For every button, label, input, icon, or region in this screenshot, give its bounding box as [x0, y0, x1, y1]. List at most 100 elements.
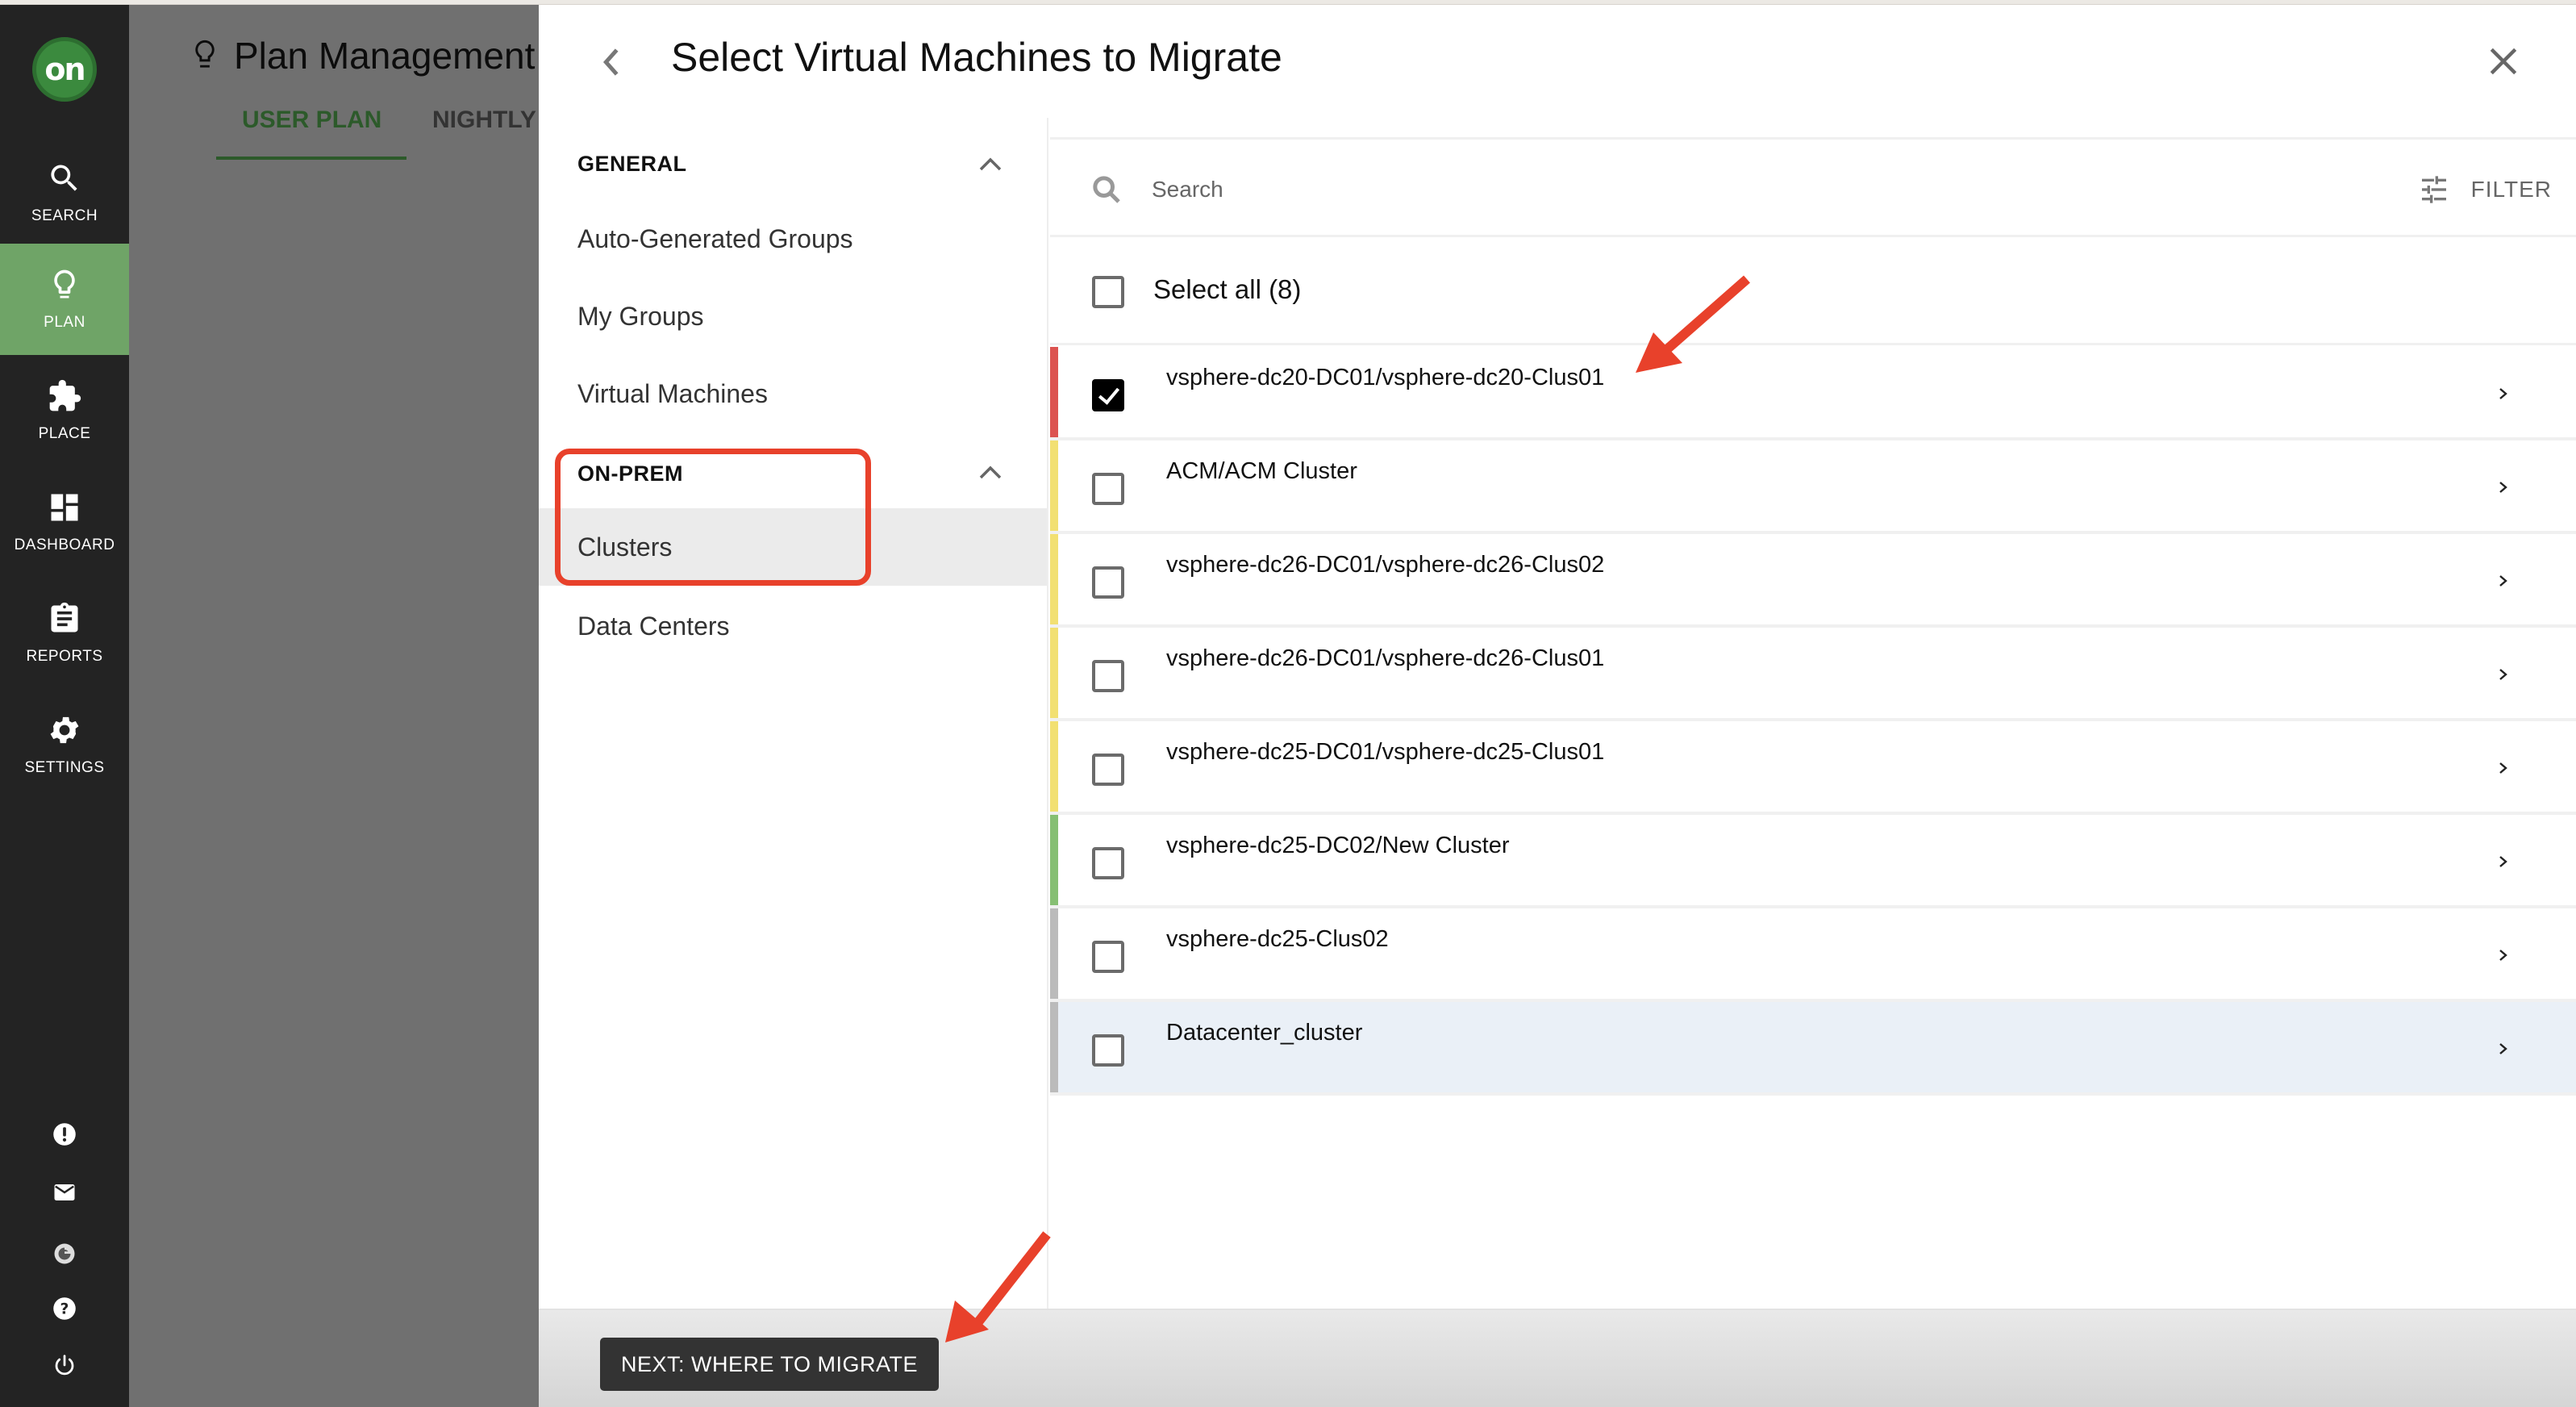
- filter-label: FILTER: [2470, 177, 2552, 202]
- nav-help-button[interactable]: ?: [0, 1284, 129, 1333]
- nav-item-plan[interactable]: PLAN: [0, 244, 129, 355]
- chevron-right-icon[interactable]: [2495, 944, 2511, 967]
- severity-indicator-minor: [1050, 534, 1058, 624]
- cluster-name: Datacenter_cluster: [1166, 1020, 1363, 1046]
- select-vms-modal: Select Virtual Machines to Migrate GENER…: [539, 5, 2576, 1407]
- nav-label: PLACE: [38, 425, 91, 442]
- puzzle-icon: [49, 379, 81, 411]
- select-all-label: Select all (8): [1153, 274, 1302, 304]
- cluster-name: vsphere-dc26-DC01/vsphere-dc26-Clus01: [1166, 645, 1605, 671]
- lightbulb-icon: [195, 40, 215, 68]
- turbonomic-logo[interactable]: on: [32, 37, 97, 102]
- nav-item-dashboard[interactable]: DASHBOARD: [0, 466, 129, 578]
- entity-list-pane: FILTER Select all (8) vsphere-dc20-DC01/…: [1050, 118, 2576, 1309]
- cluster-row[interactable]: vsphere-dc20-DC01/vsphere-dc20-Clus01: [1050, 347, 2576, 440]
- nav-label: DASHBOARD: [14, 536, 115, 553]
- row-checkbox[interactable]: [1092, 754, 1124, 786]
- nav-label: SEARCH: [31, 207, 98, 224]
- select-all-row: Select all (8): [1050, 239, 2576, 345]
- row-checkbox[interactable]: [1092, 473, 1124, 505]
- chevron-right-icon[interactable]: [2495, 476, 2511, 499]
- category-item-clusters[interactable]: Clusters: [539, 508, 1047, 586]
- severity-indicator-unknown: [1050, 1002, 1058, 1092]
- search-icon: [1093, 176, 1120, 203]
- category-item-virtual-machines[interactable]: Virtual Machines: [539, 355, 1047, 432]
- cluster-list: vsphere-dc20-DC01/vsphere-dc20-Clus01 ACM…: [1050, 347, 2576, 1096]
- cluster-name: vsphere-dc25-DC01/vsphere-dc25-Clus01: [1166, 739, 1605, 765]
- chevron-up-icon[interactable]: [974, 460, 1007, 484]
- category-item-data-centers[interactable]: Data Centers: [539, 587, 1047, 665]
- gear-icon: [50, 716, 79, 744]
- row-checkbox[interactable]: [1092, 941, 1124, 973]
- search-input[interactable]: [1152, 169, 2200, 211]
- chevron-right-icon[interactable]: [2495, 382, 2511, 405]
- cluster-name: vsphere-dc20-DC01/vsphere-dc20-Clus01: [1166, 365, 1605, 390]
- category-item-auto-generated-groups[interactable]: Auto-Generated Groups: [539, 200, 1047, 278]
- svg-text:?: ?: [60, 1301, 69, 1317]
- logo-text: on: [44, 52, 85, 87]
- chevron-right-icon[interactable]: [2495, 1038, 2511, 1060]
- severity-indicator-minor: [1050, 440, 1058, 531]
- nav-item-search[interactable]: SEARCH: [0, 137, 129, 248]
- page-title-text: Plan Management: [234, 35, 536, 77]
- chevron-right-icon[interactable]: [2495, 850, 2511, 873]
- cluster-row[interactable]: Datacenter_cluster: [1050, 1002, 2576, 1096]
- cluster-row[interactable]: vsphere-dc25-DC02/New Cluster: [1050, 815, 2576, 908]
- chevron-right-icon[interactable]: [2495, 663, 2511, 686]
- tab-user-plan[interactable]: USER PLAN: [242, 106, 381, 134]
- cluster-name: ACM/ACM Cluster: [1166, 458, 1357, 484]
- nav-item-reports[interactable]: REPORTS: [0, 578, 129, 689]
- cluster-row[interactable]: vsphere-dc26-DC01/vsphere-dc26-Clus01: [1050, 628, 2576, 721]
- category-heading-on-prem: ON-PREM: [577, 461, 683, 486]
- nav-mail-button[interactable]: [0, 1168, 129, 1217]
- lightbulb-icon: [54, 269, 75, 299]
- cluster-row[interactable]: vsphere-dc26-DC01/vsphere-dc26-Clus02: [1050, 534, 2576, 628]
- modal-header: Select Virtual Machines to Migrate: [539, 5, 2576, 118]
- row-checkbox[interactable]: [1092, 847, 1124, 879]
- row-checkbox[interactable]: [1092, 660, 1124, 692]
- row-checkbox[interactable]: [1092, 379, 1124, 411]
- row-checkbox[interactable]: [1092, 566, 1124, 599]
- nav-item-settings[interactable]: SETTINGS: [0, 689, 129, 800]
- cluster-name: vsphere-dc25-Clus02: [1166, 926, 1389, 952]
- category-sidebar: GENERAL Auto-Generated Groups My Groups …: [539, 118, 1048, 1309]
- cluster-row[interactable]: ACM/ACM Cluster: [1050, 440, 2576, 534]
- browser-top-strip: [0, 0, 2576, 5]
- cluster-row[interactable]: vsphere-dc25-DC01/vsphere-dc25-Clus01: [1050, 721, 2576, 815]
- category-item-my-groups[interactable]: My Groups: [539, 278, 1047, 355]
- power-icon: [55, 1355, 74, 1376]
- severity-indicator-minor: [1050, 721, 1058, 812]
- severity-indicator-unknown: [1050, 908, 1058, 999]
- row-checkbox[interactable]: [1092, 1034, 1124, 1067]
- nav-logout-button[interactable]: [0, 1341, 129, 1389]
- nav-label: REPORTS: [26, 648, 103, 665]
- tab-nightly[interactable]: NIGHTLY: [432, 106, 536, 134]
- dashboard-icon: [51, 494, 78, 521]
- back-chevron-icon[interactable]: [595, 42, 627, 82]
- modal-footer: NEXT: WHERE TO MIGRATE: [539, 1309, 2576, 1407]
- chevron-right-icon[interactable]: [2495, 570, 2511, 592]
- severity-indicator-critical: [1050, 347, 1058, 437]
- severity-indicator-normal: [1050, 815, 1058, 905]
- plan-management-page-dimmed: Plan Management USER PLAN NIGHTLY: [129, 5, 539, 1407]
- nav-item-place[interactable]: PLACE: [0, 355, 129, 466]
- next-where-to-migrate-button[interactable]: NEXT: WHERE TO MIGRATE: [600, 1338, 939, 1391]
- nav-g-button[interactable]: [0, 1230, 129, 1278]
- mail-icon: [54, 1184, 75, 1200]
- chevron-up-icon[interactable]: [974, 152, 1007, 176]
- help-icon: ?: [53, 1297, 76, 1320]
- chevron-right-icon[interactable]: [2495, 757, 2511, 779]
- filter-button[interactable]: FILTER: [2418, 172, 2552, 207]
- g-icon: [54, 1243, 75, 1264]
- alert-icon: [53, 1123, 76, 1146]
- main-navigation: on SEARCH PLAN PLACE DASHBOARD REPORTS S…: [0, 5, 129, 1407]
- cluster-row[interactable]: vsphere-dc25-Clus02: [1050, 908, 2576, 1002]
- nav-alerts-button[interactable]: [0, 1110, 129, 1159]
- cluster-name: vsphere-dc26-DC01/vsphere-dc26-Clus02: [1166, 552, 1605, 578]
- select-all-checkbox[interactable]: [1092, 276, 1124, 308]
- cluster-name: vsphere-dc25-DC02/New Cluster: [1166, 833, 1510, 858]
- close-icon[interactable]: [2486, 44, 2521, 79]
- search-icon: [51, 165, 77, 191]
- nav-label: PLAN: [44, 314, 85, 331]
- nav-label: SETTINGS: [24, 759, 105, 776]
